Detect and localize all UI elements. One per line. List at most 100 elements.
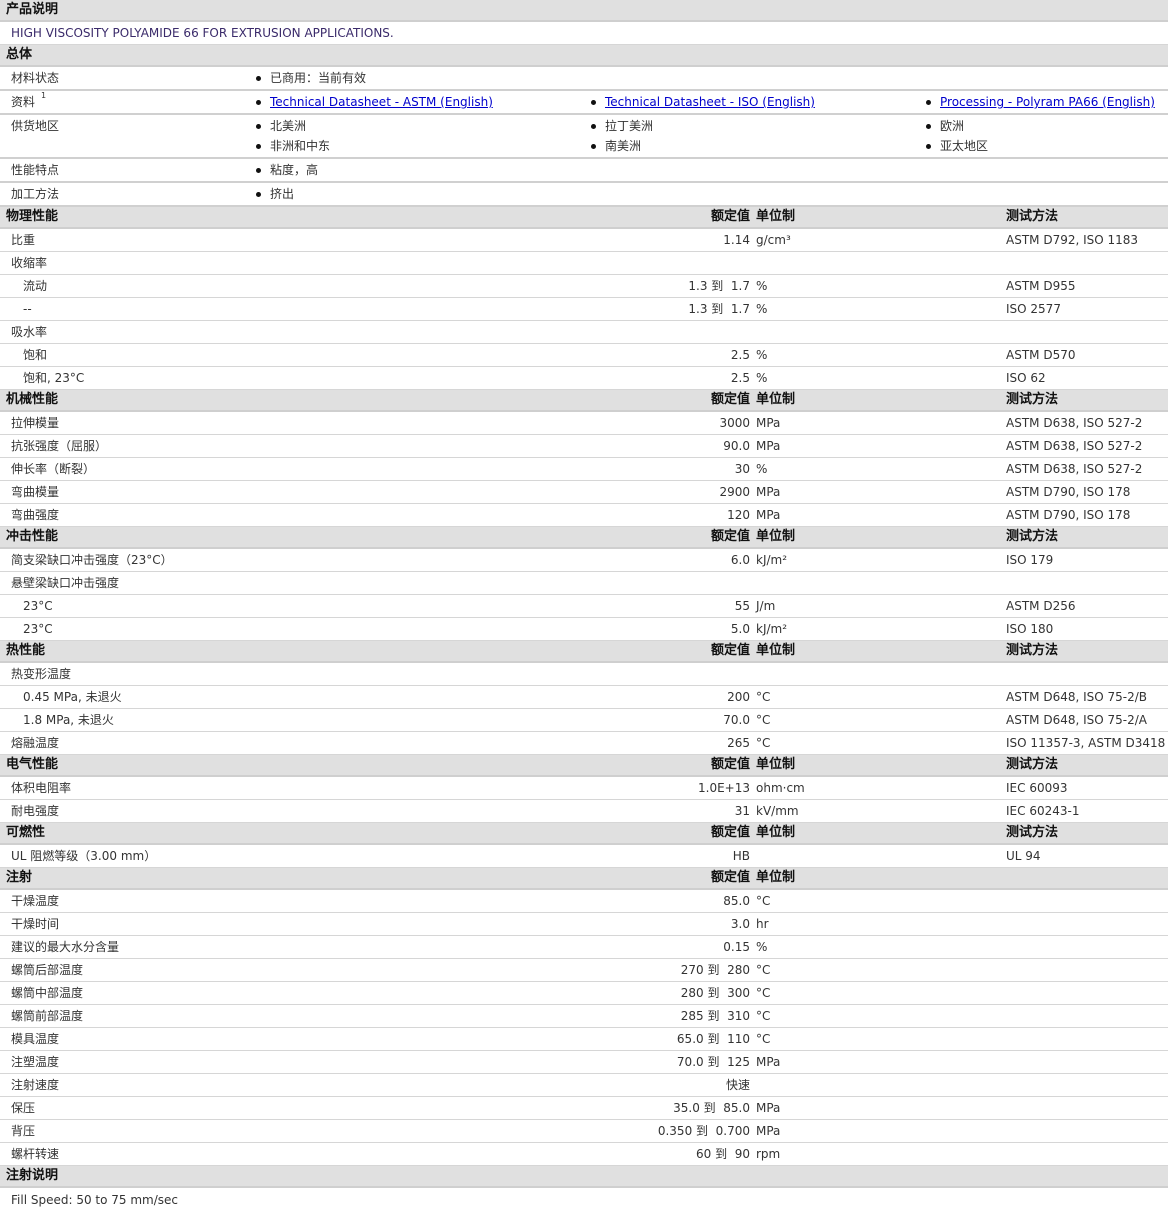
- property-value: 90.0: [723, 439, 750, 453]
- list-item-text: 已商用：当前有效: [270, 71, 367, 85]
- list-item: Technical Datasheet - ISO (English): [591, 91, 815, 111]
- property-value: 120: [727, 508, 750, 522]
- property-label: UL 阻燃等级（3.00 mm）: [11, 849, 157, 863]
- section-title: 可燃性: [6, 825, 46, 840]
- property-row: 吸水率: [0, 321, 1168, 344]
- property-row: 模具温度 65.0 到 110 °C: [0, 1028, 1168, 1051]
- property-unit: kJ/m²: [756, 622, 788, 636]
- property-value: 5.0: [730, 622, 750, 636]
- section-header: 产品说明: [0, 0, 1168, 22]
- property-value: 55: [734, 599, 750, 613]
- section-header: 可燃性 额定值 单位制 测试方法: [0, 823, 1168, 845]
- property-row: 收缩率: [0, 252, 1168, 275]
- property-label: 干燥时间: [11, 917, 60, 931]
- column-header-unit: 单位制: [756, 825, 796, 840]
- injection-note: Fill Speed: 50 to 75 mm/sec: [11, 1193, 179, 1207]
- test-method: ASTM D648, ISO 75-2/B: [1006, 690, 1148, 704]
- property-label: 收缩率: [11, 256, 48, 270]
- section-title: 总体: [6, 47, 33, 62]
- property-unit: %: [756, 348, 768, 362]
- property-unit: MPa: [756, 508, 781, 522]
- property-value: 6.0: [730, 553, 750, 567]
- column-header-value: 额定值: [710, 209, 750, 224]
- bullet-icon: [591, 124, 596, 129]
- datasheet-link[interactable]: Technical Datasheet - ISO (English): [605, 95, 815, 109]
- property-row: 流动 1.3 到 1.7% ASTM D955: [0, 275, 1168, 298]
- property-label: 注塑温度: [11, 1055, 60, 1069]
- general-column: 挤出: [256, 183, 294, 203]
- property-label: 弯曲强度: [11, 508, 60, 522]
- test-method: ASTM D790, ISO 178: [1006, 485, 1131, 499]
- test-method: IEC 60093: [1006, 781, 1068, 795]
- datasheet-link[interactable]: Technical Datasheet - ASTM (English): [270, 95, 493, 109]
- property-unit: °C: [756, 1009, 771, 1023]
- property-unit: %: [756, 302, 768, 316]
- datasheet-link[interactable]: Processing - Polyram PA66 (English): [940, 95, 1155, 109]
- property-unit: kV/mm: [756, 804, 799, 818]
- column-header-value: 额定值: [710, 529, 750, 544]
- property-label: 饱和: [23, 348, 48, 362]
- property-value: 3000: [719, 416, 750, 430]
- property-value: 0.350 到 0.700: [657, 1124, 750, 1138]
- bullet-icon: [256, 100, 261, 105]
- property-value: 2.5: [730, 371, 750, 385]
- property-row: 螺筒前部温度 285 到 310 °C: [0, 1005, 1168, 1028]
- property-unit: %: [756, 279, 768, 293]
- general-column: Technical Datasheet - ISO (English): [591, 91, 815, 111]
- general-column: 欧洲 亚太地区: [926, 115, 988, 155]
- bullet-icon: [591, 100, 596, 105]
- property-label: 饱和, 23°C: [23, 371, 85, 385]
- property-label: 体积电阻率: [11, 781, 72, 795]
- bullet-icon: [926, 144, 931, 149]
- general-column: 北美洲 非洲和中东: [256, 115, 330, 155]
- property-row: 熔融温度 265 °C ISO 11357-3, ASTM D3418: [0, 732, 1168, 755]
- property-label: 热变形温度: [11, 667, 72, 681]
- list-item-text: 北美洲: [270, 119, 307, 133]
- property-label: 抗张强度（屈服）: [11, 439, 108, 453]
- property-row: 0.45 MPa, 未退火 200 °C ASTM D648, ISO 75-2/B: [0, 686, 1168, 709]
- column-header-unit: 单位制: [756, 643, 796, 658]
- property-value: 35.0 到 85.0: [673, 1101, 750, 1115]
- column-header-value: 额定值: [710, 757, 750, 772]
- property-label: 伸长率（断裂）: [11, 462, 96, 476]
- section-header: 注射说明: [0, 1166, 1168, 1188]
- list-item: 拉丁美洲: [591, 115, 653, 135]
- section-title: 物理性能: [6, 209, 59, 224]
- property-value: 60 到 90: [696, 1147, 750, 1161]
- list-item: Technical Datasheet - ASTM (English): [256, 91, 493, 111]
- property-label: 螺筒后部温度: [11, 963, 84, 977]
- list-item: 挤出: [256, 183, 294, 203]
- property-unit: MPa: [756, 416, 781, 430]
- test-method: ISO 179: [1006, 553, 1054, 567]
- property-value: 285 到 310: [680, 1009, 750, 1023]
- column-header-unit: 单位制: [756, 392, 796, 407]
- test-method: ASTM D790, ISO 178: [1006, 508, 1131, 522]
- property-value: 65.0 到 110: [676, 1032, 750, 1046]
- property-unit: MPa: [756, 1055, 781, 1069]
- property-value: 85.0: [723, 894, 750, 908]
- general-label: 材料状态: [11, 71, 60, 85]
- property-row: 饱和 2.5% ASTM D570: [0, 344, 1168, 367]
- column-header-value: 额定值: [710, 870, 750, 885]
- property-label: 弯曲模量: [11, 485, 60, 499]
- section-title: 注射: [6, 870, 33, 885]
- property-value: 30: [734, 462, 750, 476]
- section-title: 电气性能: [6, 757, 59, 772]
- property-row: 弯曲模量 2900 MPa ASTM D790, ISO 178: [0, 481, 1168, 504]
- list-item: Processing - Polyram PA66 (English): [926, 91, 1155, 111]
- property-row: 简支梁缺口冲击强度（23°C） 6.0 kJ/m² ISO 179: [0, 549, 1168, 572]
- property-label: 耐电强度: [11, 804, 60, 818]
- list-item-text: 粘度，高: [270, 163, 319, 177]
- property-row: -- 1.3 到 1.7% ISO 2577: [0, 298, 1168, 321]
- section-header: 注射 额定值 单位制: [0, 868, 1168, 890]
- property-value: 200: [727, 690, 750, 704]
- general-row: 供货地区 北美洲 非洲和中东 拉丁美洲 南美洲 欧洲 亚太地区: [0, 115, 1168, 159]
- column-header-unit: 单位制: [756, 209, 796, 224]
- property-unit: °C: [756, 894, 771, 908]
- property-row: 23°C 5.0 kJ/m² ISO 180: [0, 618, 1168, 641]
- property-row: 比重 1.14 g/cm³ ASTM D792, ISO 1183: [0, 229, 1168, 252]
- test-method: ISO 2577: [1006, 302, 1061, 316]
- column-header-value: 额定值: [710, 392, 750, 407]
- property-row: 拉伸模量 3000 MPa ASTM D638, ISO 527-2: [0, 412, 1168, 435]
- column-header-unit: 单位制: [756, 870, 796, 885]
